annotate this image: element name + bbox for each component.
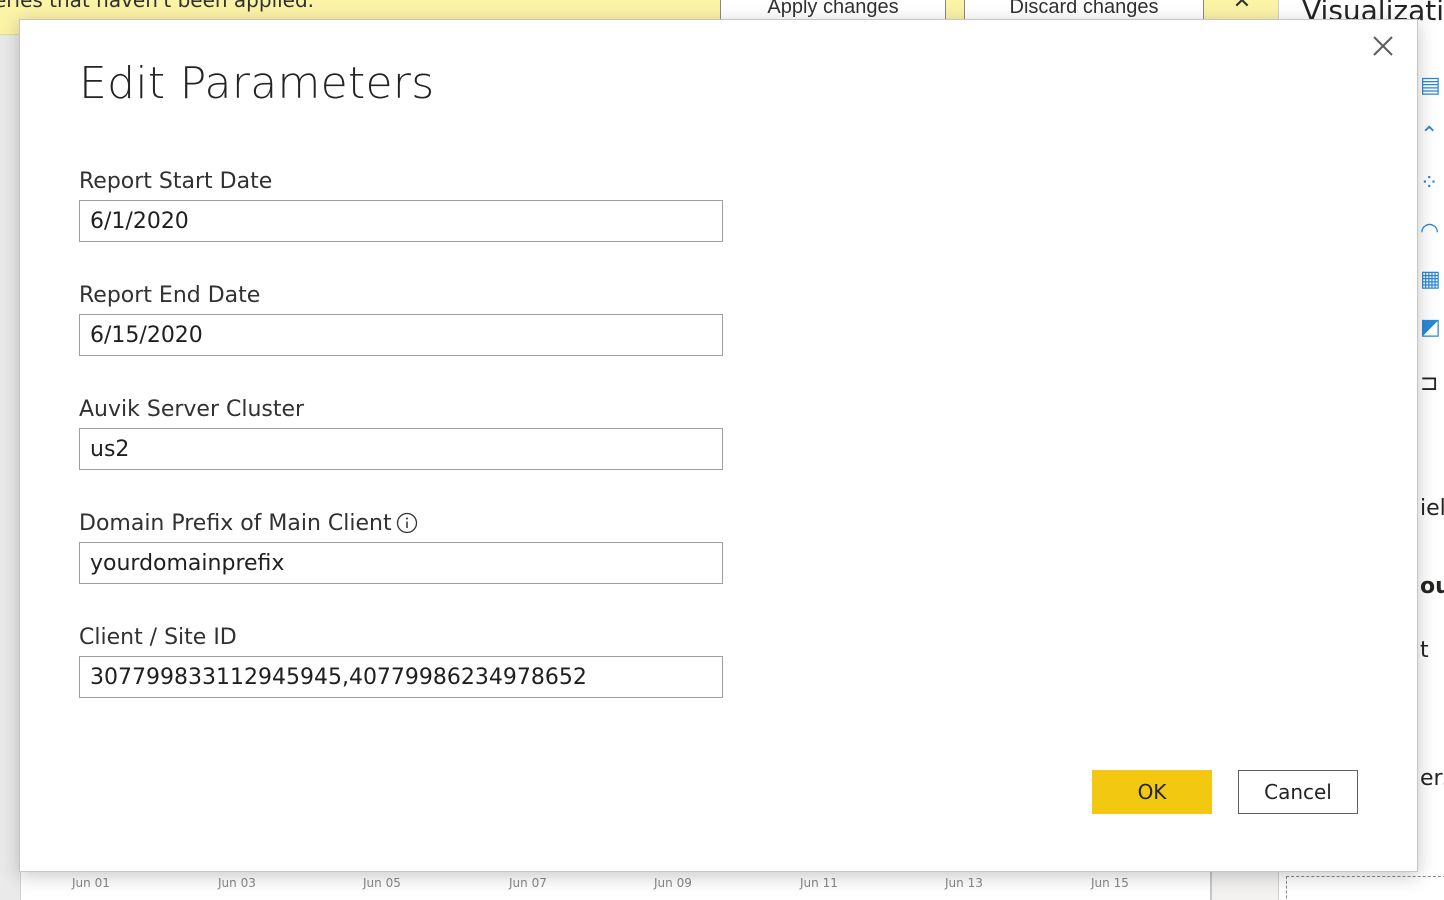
report-start-date-label: Report Start Date [79,166,723,196]
report-end-date-input[interactable] [79,314,723,356]
area-chart-icon[interactable]: ⌃ [1420,124,1444,148]
add-drillthrough-field-well[interactable] [1286,876,1444,900]
field-label-text: Auvik Server Cluster [79,396,305,422]
report-end-date-label: Report End Date [79,280,723,310]
stacked-bar-chart-icon[interactable]: ▤ [1420,74,1444,98]
banner-close-icon[interactable]: ✕ [1208,0,1276,20]
left-rail [0,34,21,900]
report-start-date-field: Report Start Date [79,166,723,242]
axis-tick-label: Jun 11 [800,876,838,890]
pane-text-fragment: ers [1420,766,1444,791]
axis-tick-label: Jun 09 [654,876,692,890]
axis-tick-label: Jun 01 [72,876,110,890]
pane-text-fragment: t [1420,638,1429,663]
custom-visual-icon[interactable]: ◩ [1420,316,1444,340]
ok-button[interactable]: OK [1092,770,1212,814]
field-label-text: Report Start Date [79,168,273,194]
domain-prefix-input[interactable] [79,542,723,584]
info-icon[interactable] [396,512,418,534]
gauge-chart-icon[interactable]: ◠ [1420,220,1444,244]
cancel-button[interactable]: Cancel [1238,770,1358,814]
table-icon[interactable]: ▦ [1420,268,1444,292]
axis-tick-label: Jun 15 [1091,876,1129,890]
dialog-title: Edit Parameters [79,58,435,109]
report-end-date-field: Report End Date [79,280,723,356]
client-site-id-label: Client / Site ID [79,622,723,652]
apply-changes-button[interactable]: Apply changes [720,0,946,20]
discard-changes-button[interactable]: Discard changes [964,0,1204,20]
format-paint-roller-icon[interactable]: ⊐ [1420,372,1444,396]
field-label-text: Report End Date [79,282,261,308]
edit-parameters-dialog: Edit Parameters Report Start Date Report… [19,19,1418,872]
axis-tick-label: Jun 13 [945,876,983,890]
axis-tick-label: Jun 03 [218,876,256,890]
field-label-text: Domain Prefix of Main Client [79,510,392,536]
domain-prefix-field: Domain Prefix of Main Client [79,508,723,584]
auvik-server-cluster-label: Auvik Server Cluster [79,394,723,424]
auvik-server-cluster-input[interactable] [79,428,723,470]
auvik-server-cluster-field: Auvik Server Cluster [79,394,723,470]
pane-text-fragment: iel [1420,496,1444,521]
scatter-chart-icon[interactable]: ⁘ [1420,172,1444,196]
client-site-id-field: Client / Site ID [79,622,723,698]
report-start-date-input[interactable] [79,200,723,242]
chart-x-axis: Jun 01 Jun 03 Jun 05 Jun 07 Jun 09 Jun 1… [0,876,1210,896]
pane-text-fragment: ou [1420,574,1444,599]
client-site-id-input[interactable] [79,656,723,698]
domain-prefix-label: Domain Prefix of Main Client [79,508,723,538]
axis-tick-label: Jun 07 [509,876,547,890]
axis-tick-label: Jun 05 [363,876,401,890]
close-icon[interactable] [1367,30,1399,62]
field-label-text: Client / Site ID [79,624,237,650]
banner-message: eries that haven't been applied. [0,0,315,12]
